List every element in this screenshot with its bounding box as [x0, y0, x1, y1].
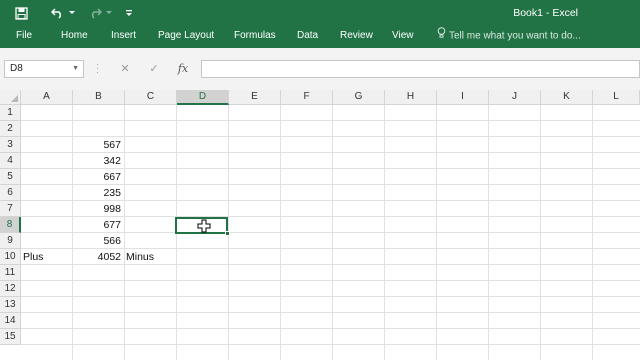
- column-header-i[interactable]: I: [437, 90, 489, 105]
- column-header-g[interactable]: G: [333, 90, 385, 105]
- name-box-value: D8: [10, 63, 23, 74]
- tell-me-search[interactable]: Tell me what you want to do...: [437, 26, 581, 48]
- row-header-6[interactable]: 6: [0, 185, 21, 201]
- cell-b6[interactable]: 235: [73, 185, 121, 201]
- fill-handle[interactable]: [225, 231, 230, 236]
- undo-dropdown-icon[interactable]: [68, 0, 76, 26]
- insert-function-icon[interactable]: fx: [172, 60, 194, 78]
- row-header-12[interactable]: 12: [0, 281, 21, 297]
- tab-review[interactable]: Review: [340, 26, 373, 48]
- ribbon-tabs: File Home Insert Page Layout Formulas Da…: [0, 26, 640, 48]
- column-header-c[interactable]: C: [125, 90, 177, 105]
- column-header-a[interactable]: A: [21, 90, 73, 105]
- redo-icon[interactable]: [84, 0, 106, 26]
- row-header-13[interactable]: 13: [0, 297, 21, 313]
- row-header-4[interactable]: 4: [0, 153, 21, 169]
- title-bar: Book1 - Excel: [0, 0, 640, 26]
- column-header-e[interactable]: E: [229, 90, 281, 105]
- resize-handle-icon[interactable]: · · ·: [96, 60, 100, 77]
- row-header-9[interactable]: 9: [0, 233, 21, 249]
- tell-me-label: Tell me what you want to do...: [449, 30, 581, 42]
- customize-icon[interactable]: [122, 0, 136, 26]
- column-header-b[interactable]: B: [73, 90, 125, 105]
- tab-data[interactable]: Data: [297, 26, 318, 48]
- window-title: Book1 - Excel: [513, 7, 578, 19]
- tab-view[interactable]: View: [392, 26, 414, 48]
- row-header-11[interactable]: 11: [0, 265, 21, 281]
- redo-dropdown-icon[interactable]: [105, 0, 113, 26]
- chevron-down-icon[interactable]: ▼: [72, 61, 79, 77]
- row-header-1[interactable]: 1: [0, 105, 21, 121]
- formula-bar-area: D8 ▼ · · · ✕ ✓ fx: [0, 48, 640, 91]
- column-header-d[interactable]: D: [177, 90, 229, 105]
- save-icon[interactable]: [9, 0, 33, 26]
- name-box[interactable]: D8 ▼: [4, 60, 84, 78]
- cancel-icon[interactable]: ✕: [114, 60, 136, 78]
- row-header-14[interactable]: 14: [0, 313, 21, 329]
- column-header-f[interactable]: F: [281, 90, 333, 105]
- cell-cursor-icon: [197, 219, 211, 238]
- tab-page-layout[interactable]: Page Layout: [158, 26, 214, 48]
- row-header-5[interactable]: 5: [0, 169, 21, 185]
- enter-icon[interactable]: ✓: [143, 60, 165, 78]
- row-header-2[interactable]: 2: [0, 121, 21, 137]
- column-header-h[interactable]: H: [385, 90, 437, 105]
- cell-b4[interactable]: 342: [73, 153, 121, 169]
- cell-b7[interactable]: 998: [73, 201, 121, 217]
- column-header-l[interactable]: L: [593, 90, 640, 105]
- tab-formulas[interactable]: Formulas: [234, 26, 276, 48]
- cell-b8[interactable]: 677: [73, 217, 121, 233]
- formula-input[interactable]: [201, 60, 640, 78]
- lightbulb-icon: [437, 26, 446, 46]
- row-header-8[interactable]: 8: [0, 217, 21, 233]
- column-header-j[interactable]: J: [489, 90, 541, 105]
- row-header-7[interactable]: 7: [0, 201, 21, 217]
- select-all-corner[interactable]: [0, 90, 21, 105]
- cell-b3[interactable]: 567: [73, 137, 121, 153]
- cell-b5[interactable]: 667: [73, 169, 121, 185]
- undo-icon[interactable]: [47, 0, 69, 26]
- column-header-k[interactable]: K: [541, 90, 593, 105]
- row-header-3[interactable]: 3: [0, 137, 21, 153]
- tab-home[interactable]: Home: [61, 26, 88, 48]
- tab-insert[interactable]: Insert: [111, 26, 136, 48]
- tab-file[interactable]: File: [16, 26, 32, 48]
- cell-b9[interactable]: 566: [73, 233, 121, 249]
- row-header-15[interactable]: 15: [0, 329, 21, 345]
- cell-b10[interactable]: 4052: [73, 249, 121, 265]
- row-header-10[interactable]: 10: [0, 249, 21, 265]
- cell-c10[interactable]: Minus: [126, 249, 176, 265]
- cell-a10[interactable]: Plus: [23, 249, 71, 265]
